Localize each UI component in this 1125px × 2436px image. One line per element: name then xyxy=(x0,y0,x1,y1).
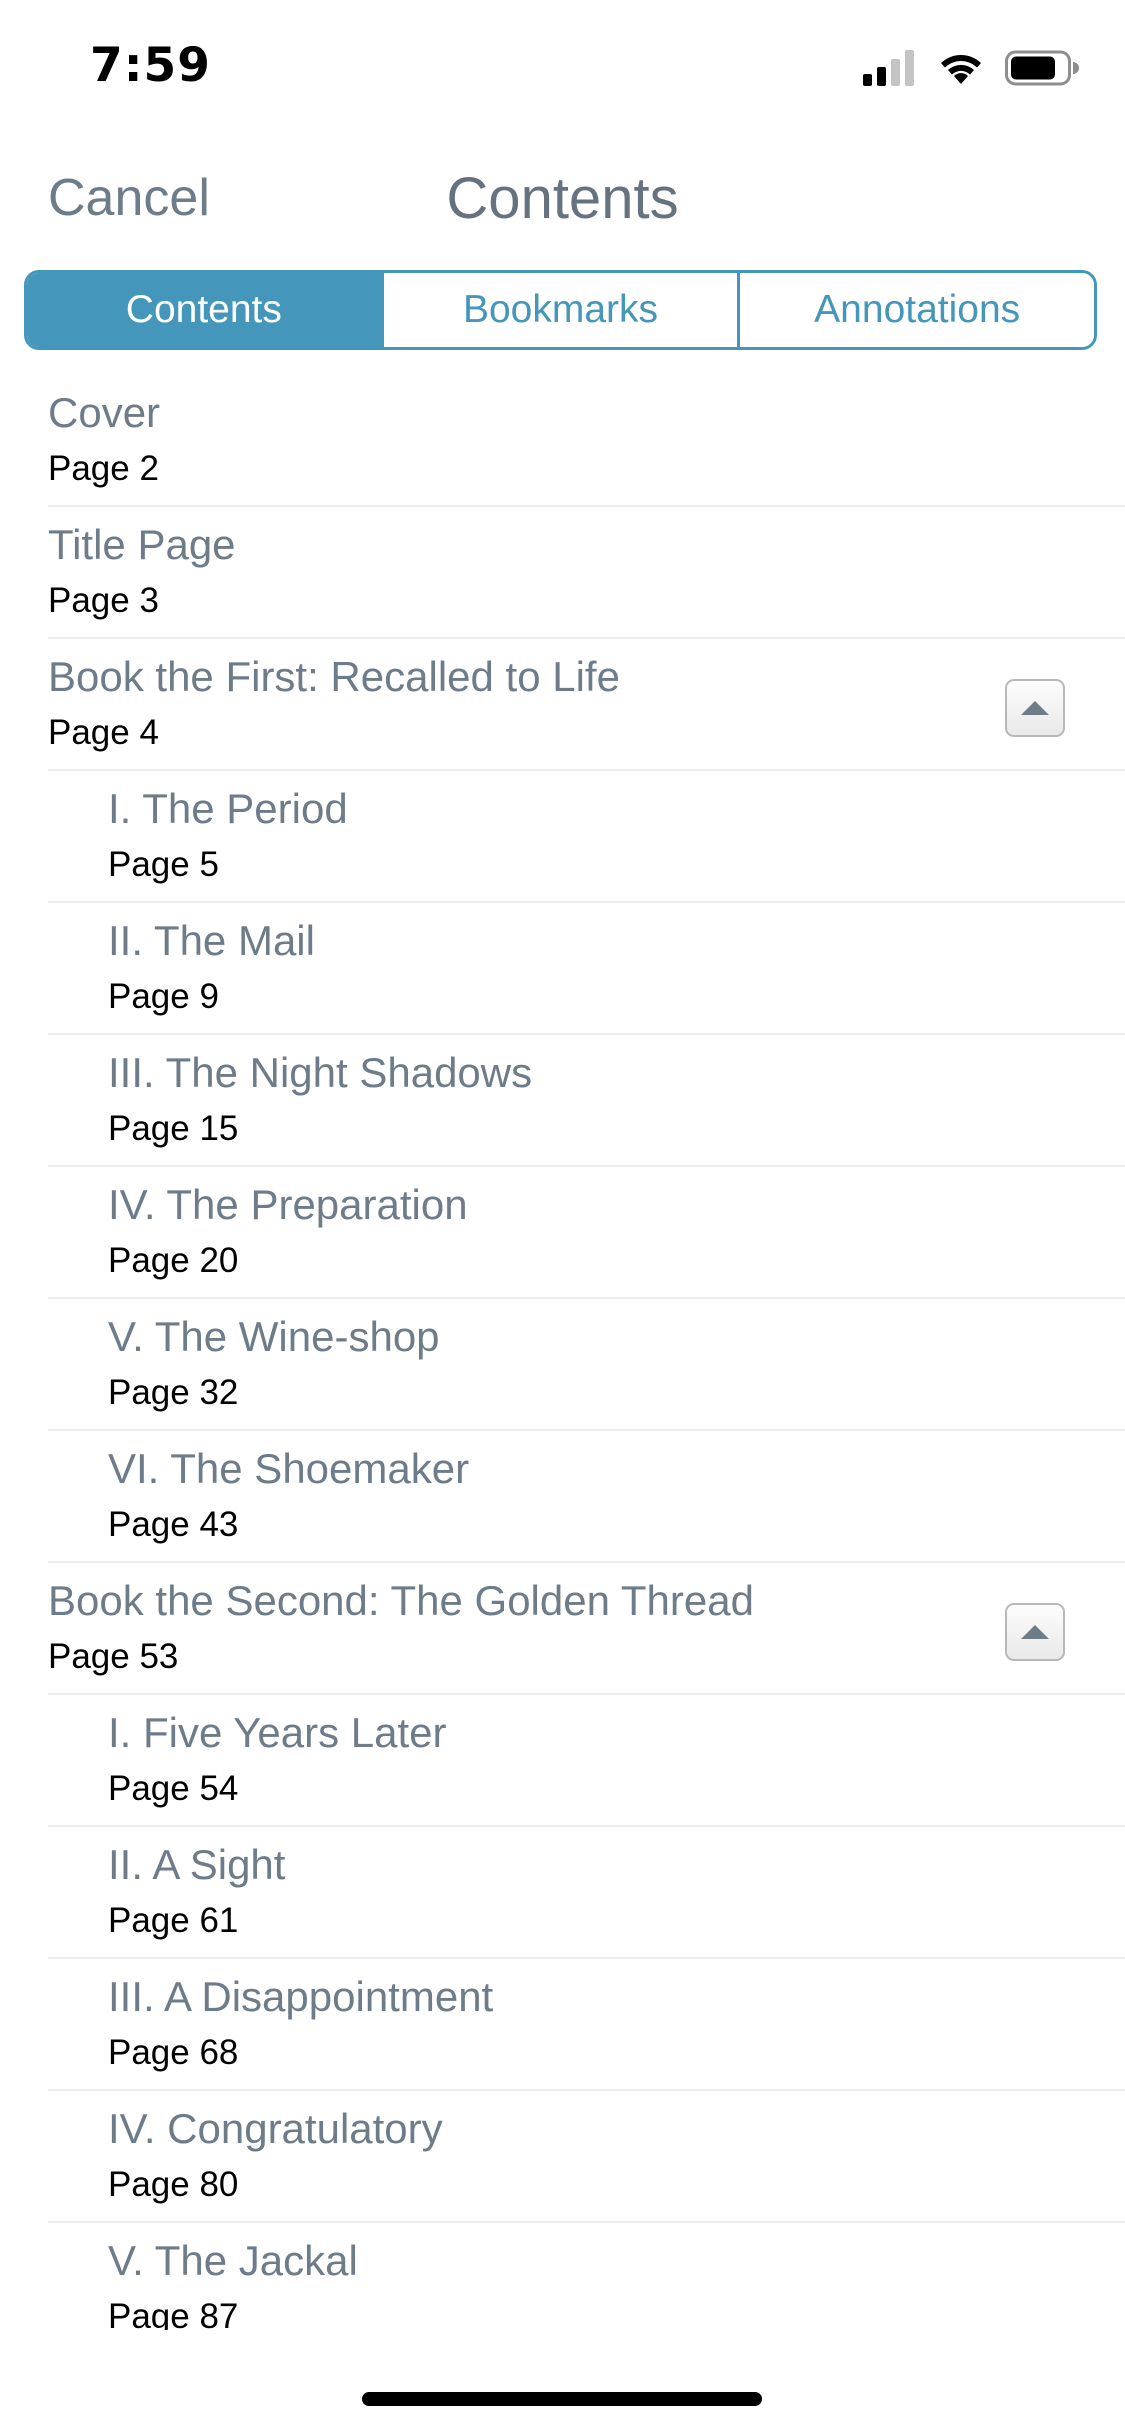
toc-item-title: IV. Congratulatory xyxy=(108,2105,443,2152)
tab-bookmarks[interactable]: Bookmarks xyxy=(380,273,738,347)
toc-item-page: Page 32 xyxy=(108,1373,239,1412)
toc-item-title: Book the First: Recalled to Life xyxy=(48,653,620,700)
toc-item-page: Page 80 xyxy=(108,2165,239,2204)
toc-item-chapter[interactable]: IV. The Preparation Page 20 xyxy=(48,1167,1125,1299)
wifi-icon xyxy=(937,50,985,91)
collapse-section-button[interactable] xyxy=(1005,679,1065,737)
status-icons xyxy=(863,48,1079,92)
toc-item-title: III. A Disappointment xyxy=(108,1973,494,2020)
collapse-section-button[interactable] xyxy=(1005,1603,1065,1661)
toc-item-cover[interactable]: Cover Page 2 xyxy=(48,375,1125,507)
toc-item-chapter[interactable]: III. A Disappointment Page 68 xyxy=(48,1959,1125,2091)
toc-item-page: Page 4 xyxy=(48,713,159,752)
toc-list: Cover Page 2 Title Page Page 3 Book the … xyxy=(0,375,1125,2330)
toc-item-chapter[interactable]: IV. Congratulatory Page 80 xyxy=(48,2091,1125,2223)
toc-item-page: Page 2 xyxy=(48,449,159,488)
toc-item-page: Page 20 xyxy=(108,1241,239,1280)
toc-item-page: Page 5 xyxy=(108,845,219,884)
toc-item-title: Book the Second: The Golden Thread xyxy=(48,1577,754,1624)
tab-annotations[interactable]: Annotations xyxy=(737,273,1094,347)
toc-item-title: Cover xyxy=(48,389,161,436)
cellular-signal-icon xyxy=(863,49,917,91)
toc-section-book-first[interactable]: Book the First: Recalled to Life Page 4 xyxy=(48,639,1125,771)
toc-item-chapter[interactable]: VI. The Shoemaker Page 43 xyxy=(48,1431,1125,1563)
toc-item-page: Page 68 xyxy=(108,2033,239,2072)
toc-item-title: VI. The Shoemaker xyxy=(108,1445,470,1492)
toc-item-chapter[interactable]: V. The Wine-shop Page 32 xyxy=(48,1299,1125,1431)
toc-item-title: I. Five Years Later xyxy=(108,1709,447,1756)
toc-item-chapter[interactable]: II. A Sight Page 61 xyxy=(48,1827,1125,1959)
home-indicator[interactable] xyxy=(362,2392,762,2406)
cancel-button[interactable]: Cancel xyxy=(48,168,210,228)
toc-item-title: II. The Mail xyxy=(108,917,315,964)
status-bar: 7:59 xyxy=(0,0,1125,132)
triangle-up-icon xyxy=(1021,701,1049,715)
toc-item-title: V. The Jackal xyxy=(108,2237,358,2284)
toc-item-page: Page 15 xyxy=(108,1109,239,1148)
toc-item-title: Title Page xyxy=(48,521,236,568)
toc-item-page: Page 43 xyxy=(108,1505,239,1544)
tab-contents[interactable]: Contents xyxy=(27,273,381,347)
toc-item-page: Page 9 xyxy=(108,977,219,1016)
toc-item-page: Page 87 xyxy=(108,2297,239,2330)
toc-item-page: Page 3 xyxy=(48,581,159,620)
segmented-tabs: Contents Bookmarks Annotations xyxy=(24,270,1097,350)
nav-bar: Contents Cancel xyxy=(0,132,1125,264)
toc-item-title-page[interactable]: Title Page Page 3 xyxy=(48,507,1125,639)
toc-item-chapter[interactable]: I. Five Years Later Page 54 xyxy=(48,1695,1125,1827)
toc-item-page: Page 61 xyxy=(108,1901,239,1940)
toc-item-chapter[interactable]: II. The Mail Page 9 xyxy=(48,903,1125,1035)
toc-item-title: I. The Period xyxy=(108,785,348,832)
toc-item-chapter[interactable]: I. The Period Page 5 xyxy=(48,771,1125,903)
toc-item-chapter[interactable]: III. The Night Shadows Page 15 xyxy=(48,1035,1125,1167)
toc-item-title: II. A Sight xyxy=(108,1841,286,1888)
status-time: 7:59 xyxy=(90,38,211,93)
toc-item-page: Page 54 xyxy=(108,1769,239,1808)
toc-item-title: III. The Night Shadows xyxy=(108,1049,533,1096)
triangle-up-icon xyxy=(1021,1625,1049,1639)
toc-item-chapter[interactable]: V. The Jackal Page 87 xyxy=(48,2223,1125,2330)
toc-section-book-second[interactable]: Book the Second: The Golden Thread Page … xyxy=(48,1563,1125,1695)
toc-item-title: V. The Wine-shop xyxy=(108,1313,440,1360)
battery-icon xyxy=(1005,50,1079,91)
toc-item-title: IV. The Preparation xyxy=(108,1181,468,1228)
toc-item-page: Page 53 xyxy=(48,1637,179,1676)
